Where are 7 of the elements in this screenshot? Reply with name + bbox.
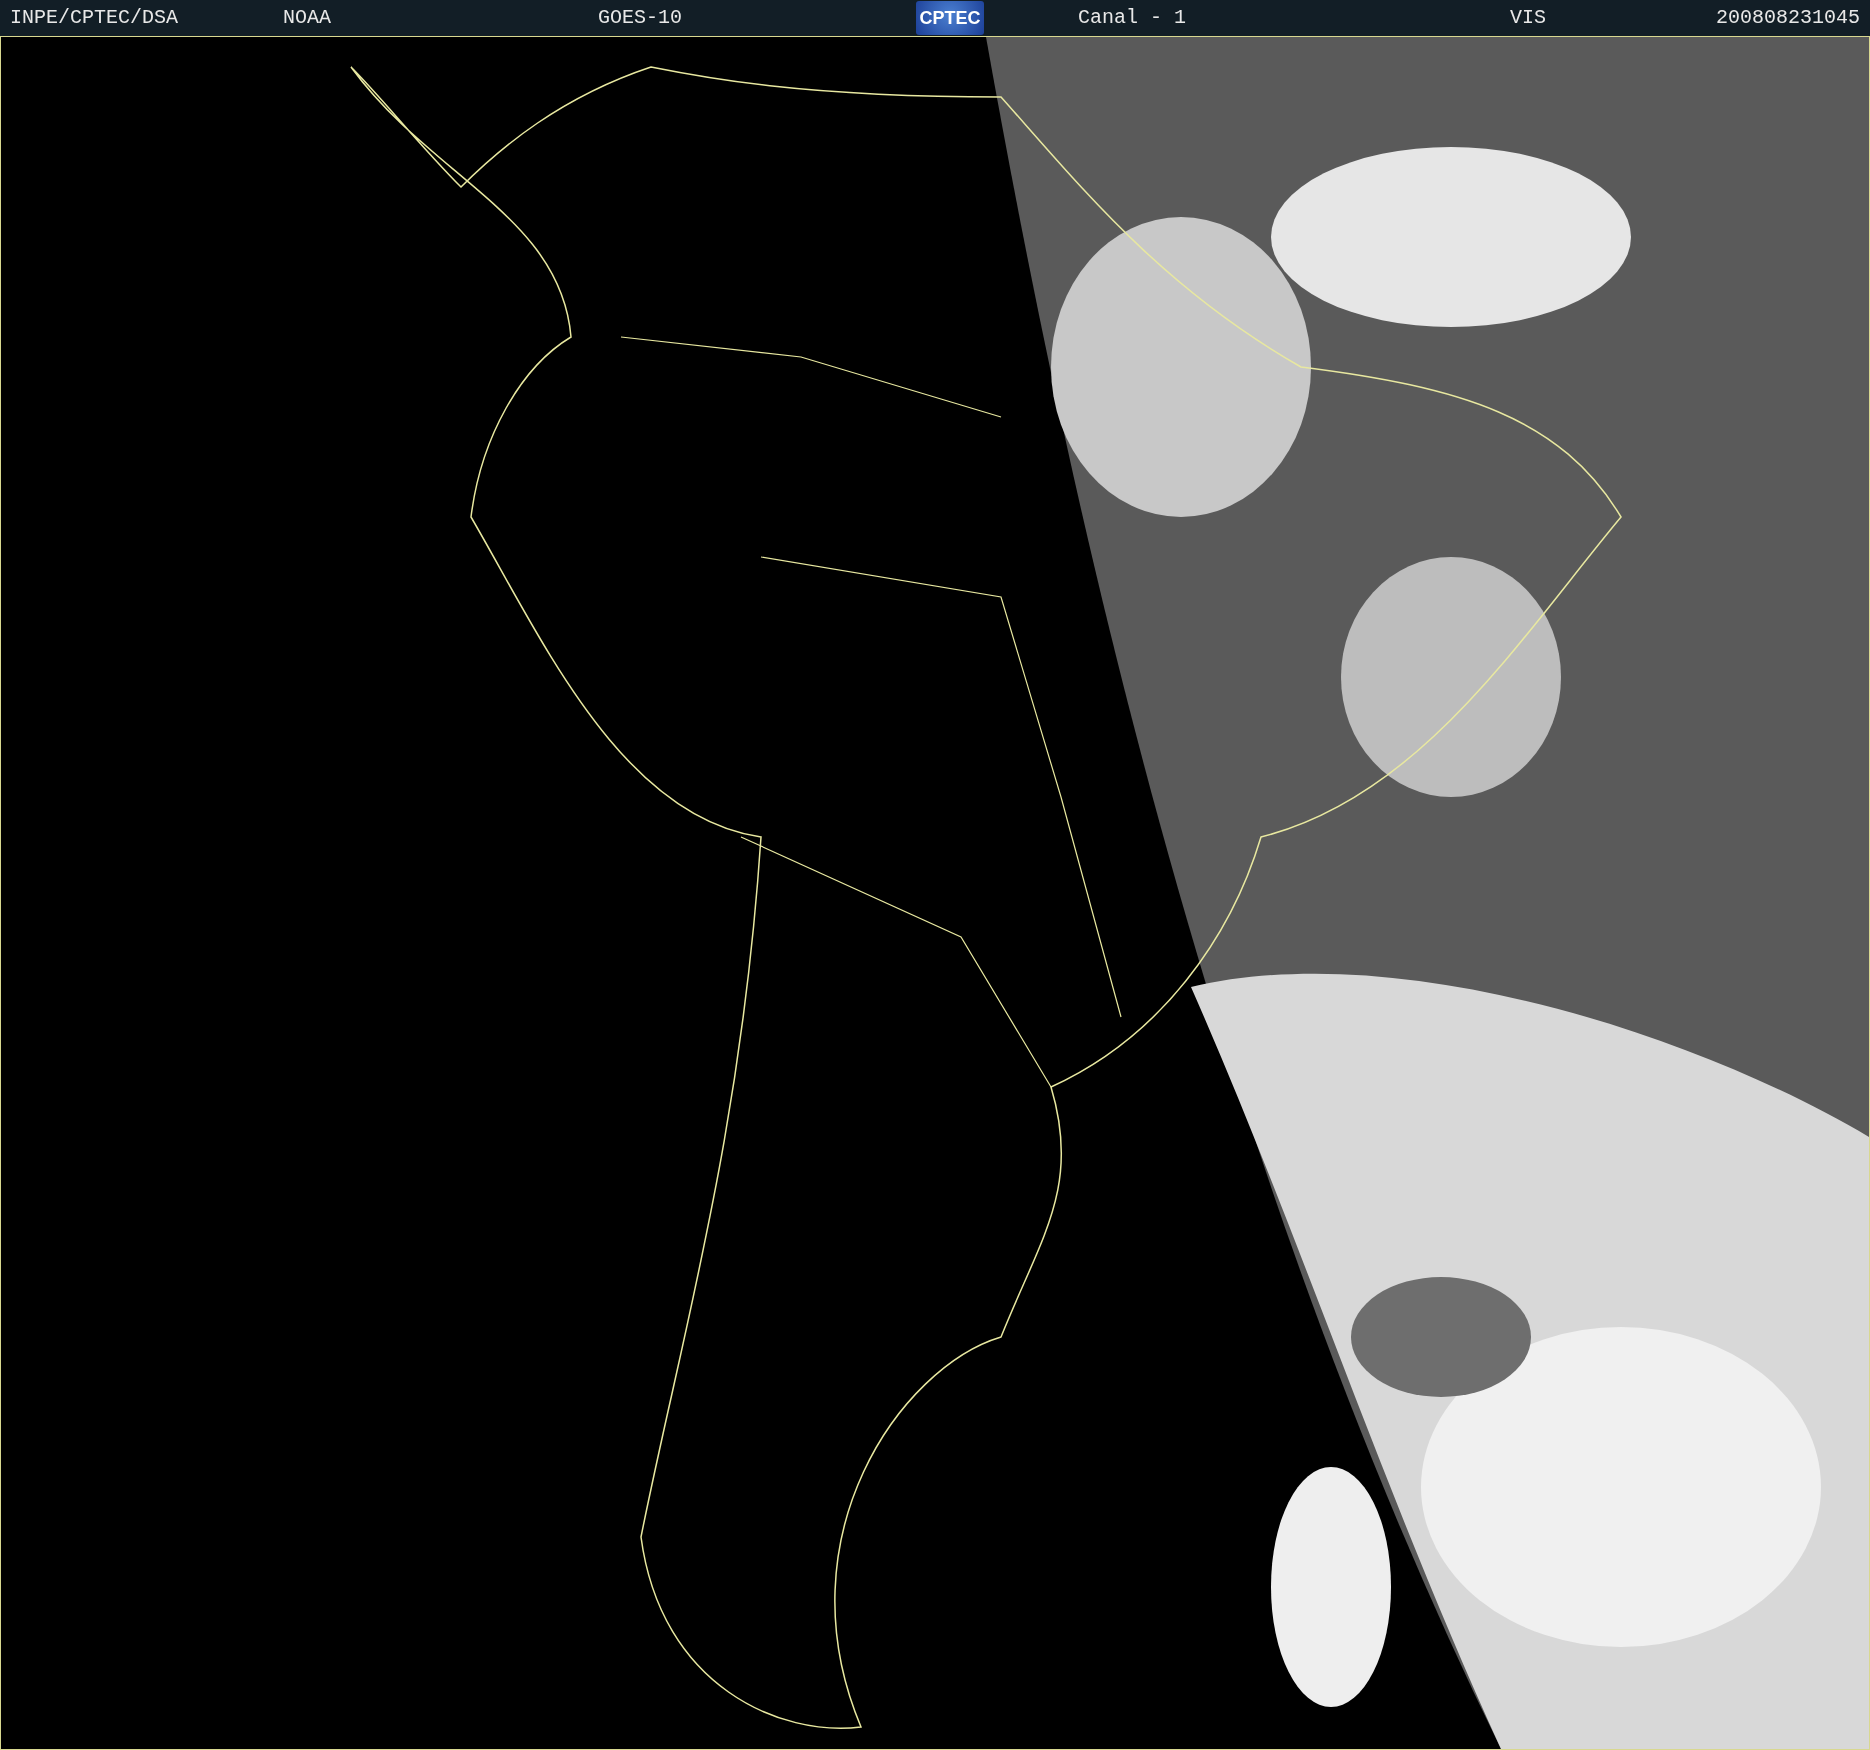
band-label: VIS <box>1510 5 1547 31</box>
logo: CPTEC <box>916 1 984 35</box>
credit-label: INPE/CPTEC/DSA <box>10 5 180 31</box>
agency-label: NOAA <box>283 5 332 31</box>
timestamp-label: 200808231045 <box>1715 5 1861 31</box>
channel-label: Canal - 1 <box>1078 5 1188 31</box>
satellite-label: GOES-10 <box>598 5 683 31</box>
